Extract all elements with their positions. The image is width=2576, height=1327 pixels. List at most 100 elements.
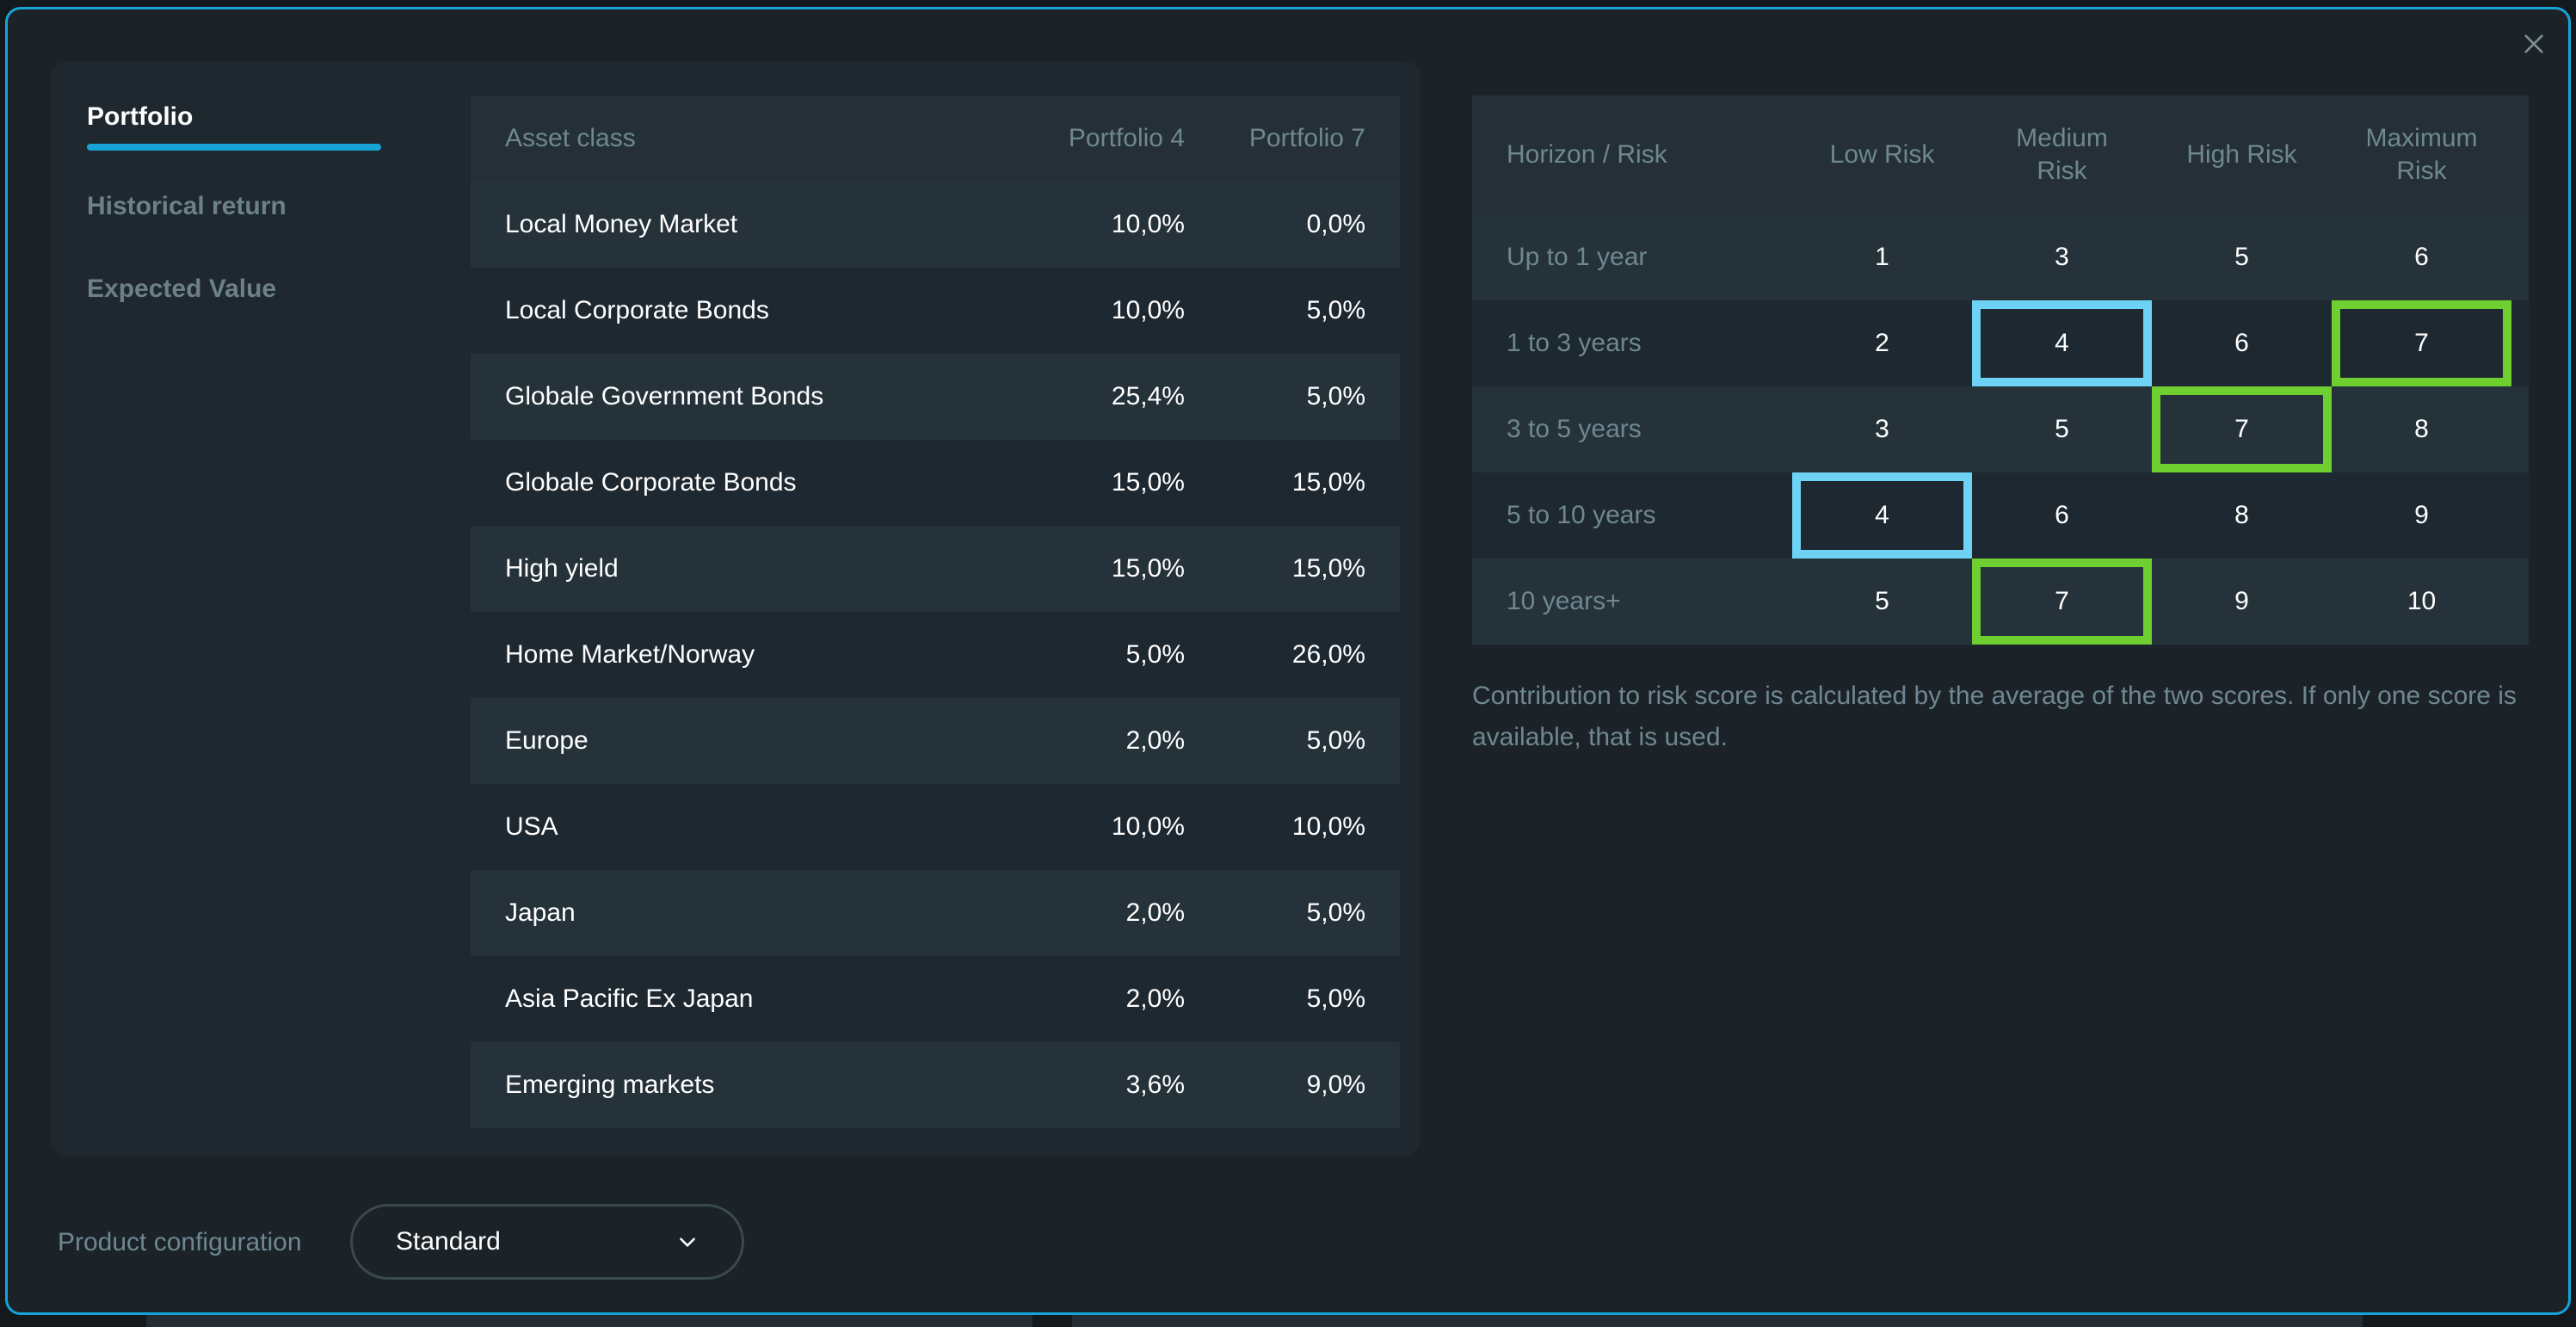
table-row: Japan 2,0% 5,0%: [471, 870, 1400, 956]
score-cell: 5: [2234, 243, 2249, 271]
portfolio-4-cell: 2,0%: [1125, 984, 1185, 1013]
column-header: Low Risk: [1829, 140, 1935, 169]
portfolio-4-cell: 25,4%: [1111, 382, 1185, 410]
asset-class-cell: Local Money Market: [505, 210, 738, 238]
tab-expected-value[interactable]: Expected Value: [87, 268, 381, 357]
portfolio-7-cell: 5,0%: [1306, 984, 1365, 1013]
column-header: Portfolio 4: [1068, 124, 1185, 152]
asset-class-cell: Local Corporate Bonds: [505, 296, 769, 324]
portfolio-7-cell: 5,0%: [1306, 382, 1365, 410]
active-tab-indicator: [87, 144, 381, 151]
portfolio-7-cell: 9,0%: [1306, 1071, 1365, 1099]
asset-class-cell: Globale Government Bonds: [505, 382, 824, 410]
matrix-row: 1 to 3 years 2 4 6 7: [1472, 300, 2529, 386]
portfolio-4-cell: 2,0%: [1125, 898, 1185, 927]
table-row: Asia Pacific Ex Japan 2,0% 5,0%: [471, 956, 1400, 1042]
asset-class-cell: Globale Corporate Bonds: [505, 468, 797, 497]
matrix-row: Up to 1 year 1 3 5 6: [1472, 214, 2529, 300]
asset-class-cell: High yield: [505, 554, 619, 583]
column-header: Portfolio 7: [1248, 124, 1365, 152]
horizon-label: Up to 1 year: [1507, 243, 1648, 271]
asset-class-cell: Home Market/Norway: [505, 640, 755, 669]
table-row: High yield 15,0% 15,0%: [471, 526, 1400, 612]
portfolio-4-cell: 3,6%: [1125, 1071, 1185, 1099]
asset-class-cell: Asia Pacific Ex Japan: [505, 984, 754, 1013]
close-button[interactable]: [2515, 25, 2553, 63]
score-cell: 10: [2407, 587, 2437, 615]
asset-class-cell: USA: [505, 812, 558, 841]
table-row: Local Money Market 10,0% 0,0%: [471, 182, 1400, 268]
matrix-row: 10 years+ 5 7 9 10: [1472, 559, 2529, 645]
table-row: Home Market/Norway 5,0% 26,0%: [471, 612, 1400, 698]
score-cell: 9: [2234, 587, 2249, 615]
asset-class-cell: Japan: [505, 898, 576, 927]
background-strip-left: [146, 1314, 1032, 1327]
portfolio-7-cell: 5,0%: [1306, 296, 1365, 324]
background-strip-right: [1072, 1314, 2363, 1327]
asset-class-cell: Emerging markets: [505, 1071, 715, 1099]
portfolio-modal: Portfolio Historical return Expected Val…: [5, 7, 2571, 1315]
highlighted-score-cell: 4: [1792, 472, 1972, 559]
table-row: Europe 2,0% 5,0%: [471, 698, 1400, 784]
matrix-row: 5 to 10 years 4 6 8 9: [1472, 472, 2529, 559]
portfolio-4-cell: 10,0%: [1111, 210, 1185, 238]
portfolio-4-cell: 15,0%: [1111, 468, 1185, 497]
tab-label: Historical return: [87, 192, 287, 220]
portfolio-4-cell: 10,0%: [1111, 296, 1185, 324]
column-header: Horizon / Risk: [1507, 140, 1667, 169]
product-configuration-select[interactable]: Standard: [350, 1204, 744, 1280]
column-header: High Risk: [2186, 140, 2297, 169]
risk-score-note: Contribution to risk score is calculated…: [1472, 682, 2517, 751]
side-tabs: Portfolio Historical return Expected Val…: [87, 96, 381, 357]
portfolio-4-cell: 15,0%: [1111, 554, 1185, 583]
table-row: Globale Government Bonds 25,4% 5,0%: [471, 354, 1400, 440]
asset-class-cell: Europe: [505, 726, 589, 755]
table-row: Local Corporate Bonds 10,0% 5,0%: [471, 268, 1400, 354]
tab-portfolio[interactable]: Portfolio: [87, 96, 381, 185]
column-header: Medium Risk: [2016, 124, 2108, 185]
portfolio-7-cell: 5,0%: [1306, 726, 1365, 755]
portfolio-panel: Portfolio Historical return Expected Val…: [51, 61, 1420, 1156]
horizon-label: 5 to 10 years: [1507, 501, 1656, 529]
score-cell: 5: [1875, 587, 1889, 615]
score-cell: 8: [2414, 415, 2429, 443]
table-row: Globale Corporate Bonds 15,0% 15,0%: [471, 440, 1400, 526]
score-cell: 3: [2055, 243, 2069, 271]
asset-allocation-table: Asset class Portfolio 4 Portfolio 7 Loca…: [471, 96, 1400, 1128]
horizon-label: 1 to 3 years: [1507, 329, 1642, 357]
score-cell: 8: [2234, 501, 2249, 529]
matrix-row: 3 to 5 years 3 5 7 8: [1472, 386, 2529, 472]
table-row: USA 10,0% 10,0%: [471, 784, 1400, 870]
highlighted-score-cell: 7: [2152, 386, 2332, 472]
column-header: Maximum Risk: [2365, 124, 2478, 185]
close-icon: [2524, 34, 2543, 53]
score-cell: 3: [1875, 415, 1889, 443]
highlighted-score-cell: 7: [1972, 559, 2152, 645]
portfolio-7-cell: 10,0%: [1291, 812, 1365, 841]
tab-historical-return[interactable]: Historical return: [87, 185, 381, 268]
risk-score-matrix: Horizon / Risk Low Risk Medium Risk High…: [1472, 96, 2529, 645]
portfolio-7-cell: 15,0%: [1291, 554, 1365, 583]
horizon-label: 10 years+: [1507, 587, 1621, 615]
highlighted-score-cell: 4: [1972, 300, 2152, 386]
horizon-label: 3 to 5 years: [1507, 415, 1642, 443]
score-cell: 6: [2414, 243, 2429, 271]
table-row: Emerging markets 3,6% 9,0%: [471, 1042, 1400, 1128]
portfolio-7-cell: 5,0%: [1306, 898, 1365, 927]
portfolio-4-cell: 10,0%: [1111, 812, 1185, 841]
portfolio-7-cell: 15,0%: [1291, 468, 1365, 497]
score-cell: 6: [2234, 329, 2249, 357]
select-value: Standard: [396, 1227, 501, 1256]
tab-label: Expected Value: [87, 275, 277, 303]
score-cell: 1: [1875, 243, 1889, 271]
score-cell: 6: [2055, 501, 2069, 529]
product-configuration-label: Product configuration: [58, 1228, 302, 1256]
score-cell: 9: [2414, 501, 2429, 529]
tab-label: Portfolio: [87, 102, 194, 131]
matrix-header-row: Horizon / Risk Low Risk Medium Risk High…: [1472, 96, 2529, 214]
portfolio-4-cell: 5,0%: [1125, 640, 1185, 669]
chevron-down-icon: [680, 1238, 695, 1247]
table-header-row: Asset class Portfolio 4 Portfolio 7: [471, 96, 1400, 182]
column-header: Asset class: [505, 124, 636, 152]
score-cell: 5: [2055, 415, 2069, 443]
